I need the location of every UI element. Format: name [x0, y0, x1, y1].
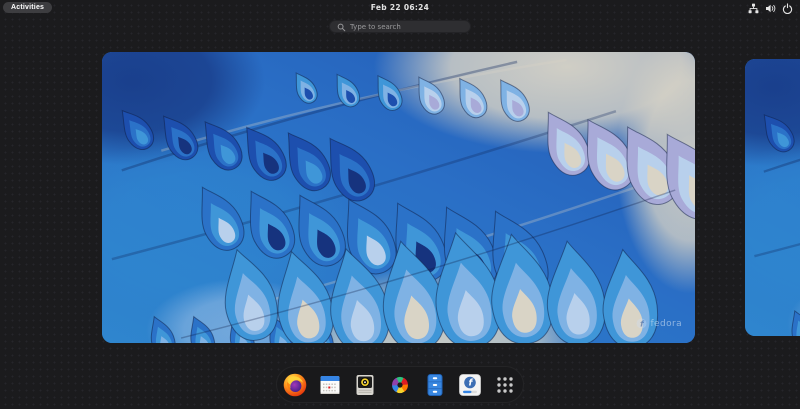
dock-photos-button[interactable] [387, 372, 413, 398]
system-status-area[interactable] [748, 3, 793, 14]
dock-firefox-button[interactable] [282, 372, 308, 398]
wallpaper-primary [102, 52, 695, 343]
workspace-thumbnail-secondary[interactable] [745, 59, 800, 336]
fedora-installer-icon: f [457, 372, 483, 398]
dock: f [276, 366, 524, 403]
calendar-icon [317, 372, 343, 398]
search-icon [337, 17, 346, 36]
search-input[interactable]: Type to search [329, 20, 471, 33]
clock-label[interactable]: Feb 22 06:24 [371, 3, 429, 12]
photos-pinwheel-icon [387, 372, 413, 398]
show-apps-button[interactable] [492, 372, 518, 398]
top-bar: Activities Feb 22 06:24 [0, 0, 800, 16]
show-apps-grid-icon [492, 372, 518, 398]
dock-music-button[interactable] [352, 372, 378, 398]
files-cabinet-icon [422, 372, 448, 398]
power-icon [782, 3, 793, 14]
music-speaker-icon [352, 372, 378, 398]
dock-files-button[interactable] [422, 372, 448, 398]
firefox-icon [282, 372, 308, 398]
desktop-overview: Activities Feb 22 06:24 [0, 0, 800, 409]
workspace-thumbnail-primary[interactable]: f fedora [102, 52, 695, 343]
volume-icon [765, 3, 776, 14]
activities-button[interactable]: Activities [3, 2, 52, 13]
wallpaper-secondary [745, 59, 800, 336]
dock-fedora-installer-button[interactable]: f [457, 372, 483, 398]
search-placeholder: Type to search [350, 23, 401, 31]
dock-calendar-button[interactable] [317, 372, 343, 398]
network-wired-icon [748, 3, 759, 14]
